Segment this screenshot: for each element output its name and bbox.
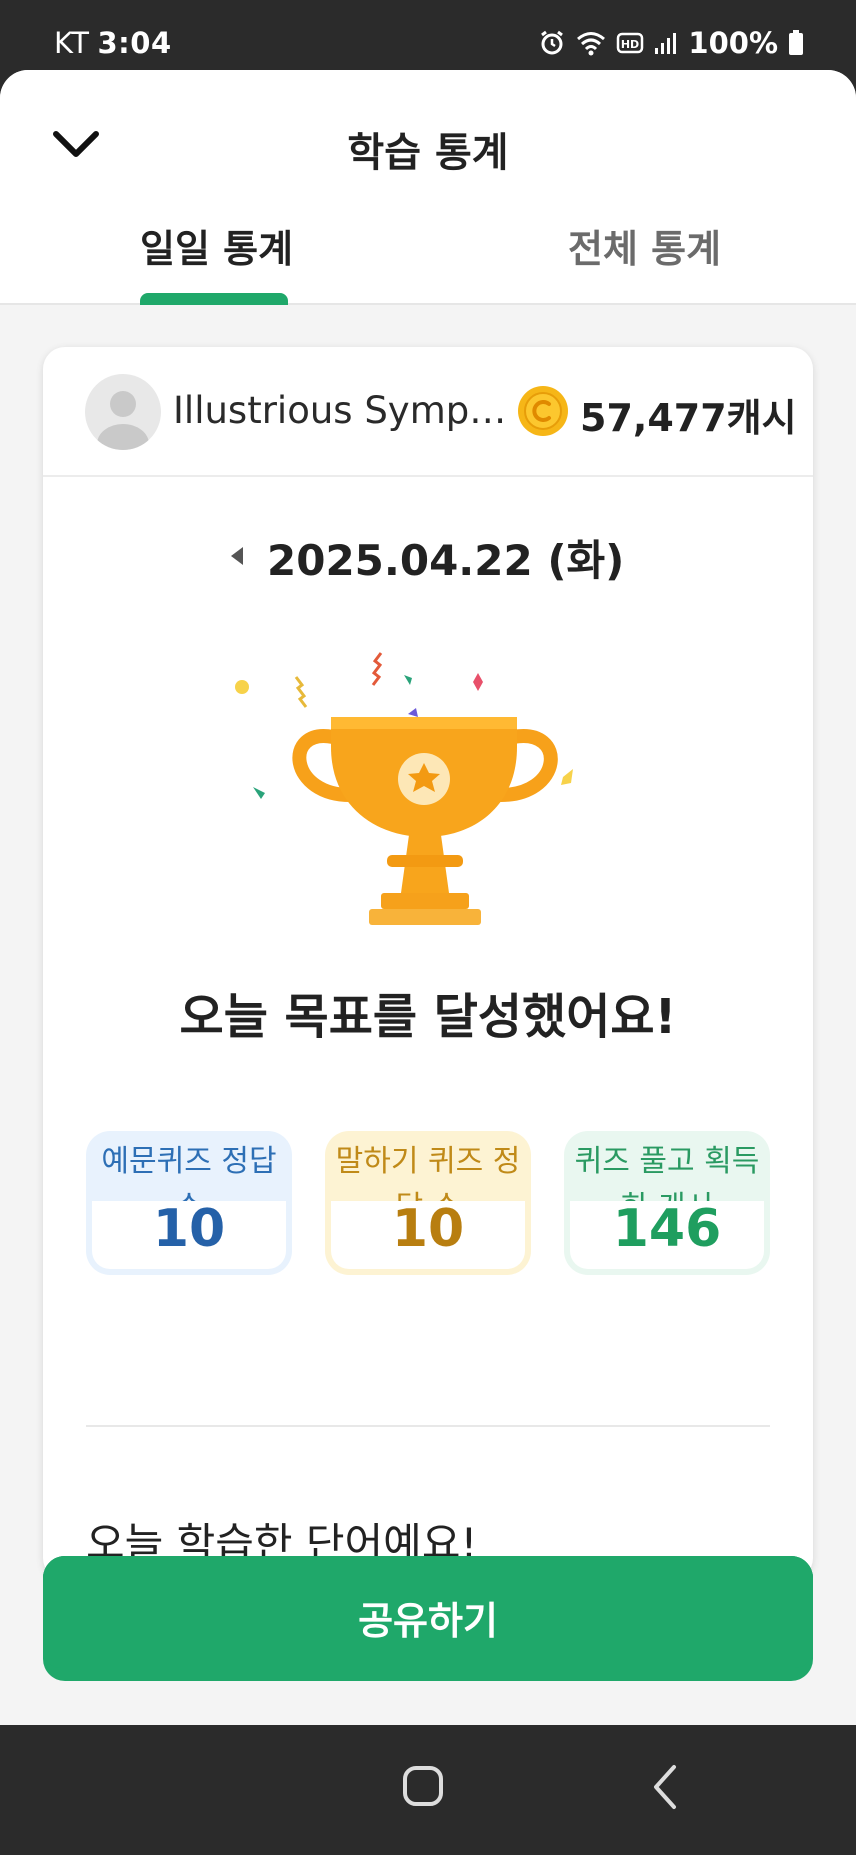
date-label: 2025.04.22 (화) [267,536,625,585]
page-title: 학습 통계 [347,130,509,176]
coin-icon [518,386,568,436]
profile-row: Illustrious Sympa... 57,477캐시 [43,347,813,477]
daily-stats-card: Illustrious Sympa... 57,477캐시 2025.04.22… [43,347,813,1580]
stat-speaking-quiz-correct: 말하기 퀴즈 정답 수 10 [325,1131,531,1275]
active-tab-indicator [140,293,288,305]
alarm-icon [541,30,564,55]
system-nav-bar [0,1725,856,1855]
stat-value: 146 [612,1199,722,1259]
status-bar: KT 3:04 HD 100% [0,0,856,70]
caret-left-icon[interactable] [225,541,247,571]
stat-value: 10 [391,1199,465,1259]
carrier-label: KT [54,26,90,60]
stat-example-quiz-correct: 예문퀴즈 정답 수 10 [86,1131,292,1275]
share-button[interactable]: 공유하기 [43,1556,813,1681]
battery-percent: 100% [688,26,778,60]
status-time: 3:04 [97,26,172,60]
status-left: KT 3:04 [54,26,172,60]
status-right: HD 100% [538,26,804,60]
share-button-label: 공유하기 [358,1599,498,1643]
divider [86,1425,770,1427]
hd-voice-icon: HD [617,32,644,54]
stat-value: 10 [152,1199,226,1259]
tab-daily-stats[interactable]: 일일 통계 [140,218,293,273]
trophy-illustration [235,652,573,925]
stats-sheet: 학습 통계 일일 통계 전체 통계 Illustrious Sympa... 5… [0,70,856,1725]
stat-quiz-cash-earned: 퀴즈 풀고 획득한 캐시 146 [564,1131,770,1275]
cash-amount: 57,477캐시 [580,396,797,440]
default-avatar-icon [97,391,149,450]
tab-total-stats[interactable]: 전체 통계 [568,218,721,273]
wifi-icon [577,32,606,56]
avatar [85,374,161,450]
date-row: 2025.04.22 (화) [43,527,813,587]
battery-icon [789,30,803,55]
svg-text:HD: HD [621,38,639,51]
username: Illustrious Sympa... [173,389,513,432]
home-square-icon[interactable] [402,1765,444,1807]
achievement-message: 오늘 목표를 달성했어요! [179,989,677,1045]
header: 학습 통계 일일 통계 전체 통계 [0,70,856,305]
back-chevron-icon[interactable] [648,1763,682,1811]
signal-icon [655,33,677,54]
